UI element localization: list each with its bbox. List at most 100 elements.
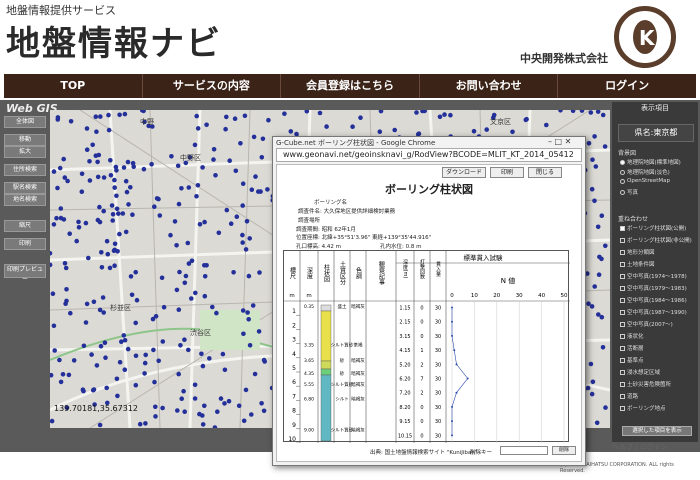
overlay-option[interactable]: 土砂災害危険箇所 xyxy=(620,380,671,388)
boring-point[interactable] xyxy=(137,421,143,427)
checkbox-icon[interactable] xyxy=(620,369,625,375)
boring-point[interactable] xyxy=(192,382,198,388)
boring-point[interactable] xyxy=(594,420,600,426)
boring-point[interactable] xyxy=(216,230,222,236)
boring-point[interactable] xyxy=(161,304,167,310)
left-btn-place-search[interactable]: 地名検索 xyxy=(4,194,46,206)
boring-point[interactable] xyxy=(157,213,163,218)
checkbox-icon[interactable] xyxy=(620,273,625,279)
boring-point[interactable] xyxy=(588,361,594,367)
overlay-option[interactable]: 空中写真(1979〜1983) xyxy=(620,284,687,292)
boring-point[interactable] xyxy=(106,112,111,118)
boring-point[interactable] xyxy=(125,346,131,352)
boring-point[interactable] xyxy=(90,387,96,393)
boring-point[interactable] xyxy=(152,204,157,209)
boring-point[interactable] xyxy=(214,310,219,316)
boring-point[interactable] xyxy=(599,256,604,262)
boring-point[interactable] xyxy=(592,284,597,289)
boring-point[interactable] xyxy=(192,142,198,148)
boring-point[interactable] xyxy=(266,117,271,123)
boring-point[interactable] xyxy=(261,408,267,414)
boring-point[interactable] xyxy=(596,272,602,277)
left-btn-print-preview[interactable]: 印刷プレビュー xyxy=(4,264,46,283)
maximize-icon[interactable]: □ xyxy=(555,137,563,146)
boring-point[interactable] xyxy=(236,403,242,409)
boring-point[interactable] xyxy=(194,113,199,119)
boring-point[interactable] xyxy=(211,147,217,152)
nav-services[interactable]: サービスの内容 xyxy=(143,74,282,98)
boring-point[interactable] xyxy=(224,207,230,213)
boring-point[interactable] xyxy=(62,261,68,266)
boring-point[interactable] xyxy=(104,238,110,244)
boring-point[interactable] xyxy=(89,352,94,357)
boring-point[interactable] xyxy=(108,173,114,178)
boring-point[interactable] xyxy=(122,337,128,343)
boring-point[interactable] xyxy=(114,168,119,173)
boring-point[interactable] xyxy=(58,379,64,385)
boring-point[interactable] xyxy=(189,296,194,301)
boring-point[interactable] xyxy=(260,136,266,142)
boring-point[interactable] xyxy=(159,275,165,281)
boring-point[interactable] xyxy=(90,142,95,148)
checkbox-icon[interactable] xyxy=(620,405,625,411)
boring-point[interactable] xyxy=(222,367,228,373)
boring-point[interactable] xyxy=(112,247,117,253)
boring-point[interactable] xyxy=(442,112,447,117)
boring-point[interactable] xyxy=(174,287,180,293)
boring-point[interactable] xyxy=(107,265,113,271)
boring-point[interactable] xyxy=(141,166,147,172)
boring-point[interactable] xyxy=(200,363,206,369)
overlay-option[interactable]: 空中写真(1974〜1978) xyxy=(620,272,687,280)
boring-point[interactable] xyxy=(265,187,270,192)
boring-point[interactable] xyxy=(154,196,160,201)
boring-point[interactable] xyxy=(182,280,188,286)
boring-point[interactable] xyxy=(156,358,161,364)
checkbox-icon[interactable] xyxy=(620,297,625,303)
boring-point[interactable] xyxy=(195,183,201,188)
boring-point[interactable] xyxy=(103,355,108,360)
base-map-option[interactable]: 写真 xyxy=(620,188,638,196)
boring-point[interactable] xyxy=(182,337,187,342)
boring-point[interactable] xyxy=(108,158,113,163)
boring-point[interactable] xyxy=(87,159,92,164)
boring-point[interactable] xyxy=(246,273,252,279)
boring-point[interactable] xyxy=(259,155,265,160)
boring-point[interactable] xyxy=(358,115,363,120)
boring-point[interactable] xyxy=(202,219,207,225)
boring-point[interactable] xyxy=(93,153,99,158)
boring-point[interactable] xyxy=(168,232,173,238)
boring-point[interactable] xyxy=(232,116,238,121)
left-btn-station-search[interactable]: 駅名検索 xyxy=(4,182,46,194)
boring-point[interactable] xyxy=(593,164,599,169)
boring-point[interactable] xyxy=(114,193,119,199)
boring-point[interactable] xyxy=(60,372,66,377)
boring-point[interactable] xyxy=(122,111,128,117)
checkbox-icon[interactable] xyxy=(620,345,625,351)
boring-point[interactable] xyxy=(115,393,120,399)
boring-point[interactable] xyxy=(81,343,87,349)
boring-point[interactable] xyxy=(95,159,100,165)
boring-point[interactable] xyxy=(590,379,596,385)
boring-point[interactable] xyxy=(133,353,139,359)
boring-point[interactable] xyxy=(596,312,601,317)
boring-point[interactable] xyxy=(84,301,90,307)
boring-point[interactable] xyxy=(175,163,181,169)
boring-point[interactable] xyxy=(123,178,129,184)
boring-point[interactable] xyxy=(97,422,103,428)
boring-point[interactable] xyxy=(197,222,203,227)
boring-point[interactable] xyxy=(437,114,443,120)
boring-point[interactable] xyxy=(414,110,419,115)
boring-point[interactable] xyxy=(55,117,61,122)
site-title[interactable]: 地盤情報ナビ xyxy=(6,16,222,65)
boring-point[interactable] xyxy=(98,343,104,349)
boring-point[interactable] xyxy=(63,301,68,306)
boring-point[interactable] xyxy=(595,224,601,230)
boring-point[interactable] xyxy=(186,261,192,266)
boring-point[interactable] xyxy=(200,413,205,418)
boring-point[interactable] xyxy=(202,274,208,279)
boring-point[interactable] xyxy=(179,396,184,402)
left-btn-move[interactable]: 移動 xyxy=(4,134,46,146)
boring-point[interactable] xyxy=(128,274,134,279)
boring-point[interactable] xyxy=(233,168,239,174)
boring-point[interactable] xyxy=(79,171,85,177)
